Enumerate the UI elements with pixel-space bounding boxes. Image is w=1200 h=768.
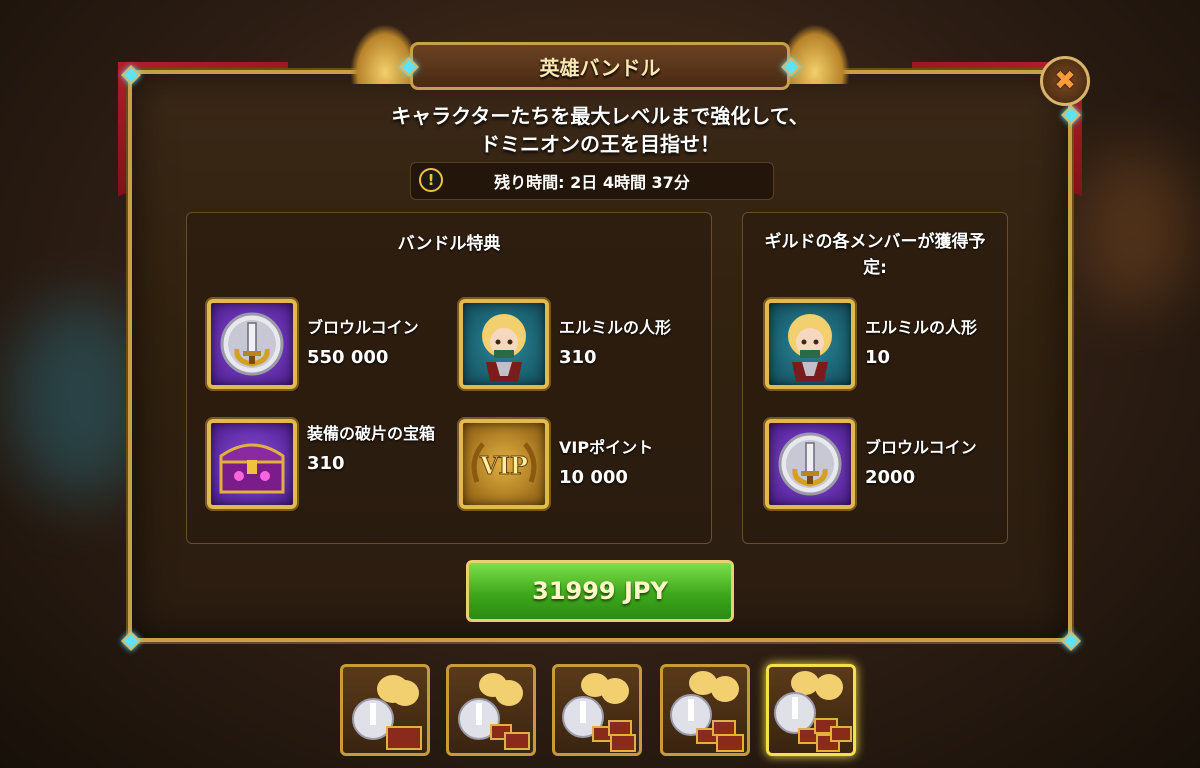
bundle-tab[interactable] — [660, 664, 750, 756]
elmir-doll-icon — [765, 299, 855, 389]
bundle-rewards-section: バンドル特典 ブロウルコイン 550 000 エルミルの人形 310 装備の破片… — [186, 212, 712, 544]
subtitle-line-2: ドミニオンの王を目指せ！ — [480, 132, 720, 156]
reward-name: 装備の破片の宝箱 — [307, 424, 436, 443]
reward-item[interactable]: ブロウルコイン 2000 — [765, 419, 1005, 509]
guild-rewards-title: ギルドの各メンバーが獲得予定: — [764, 232, 986, 278]
reward-quantity: 10 000 — [559, 467, 628, 488]
bundle-tab[interactable] — [446, 664, 536, 756]
bundle-tab[interactable] — [340, 664, 430, 756]
bundle-preview-icon — [352, 675, 422, 750]
reward-name: エルミルの人形 — [865, 318, 978, 337]
bundle-preview-icon — [774, 671, 852, 752]
vip-emblem-text: VIP — [479, 451, 528, 480]
vip-points-icon: VIP — [459, 419, 549, 509]
elmir-doll-icon — [459, 299, 549, 389]
reward-item[interactable]: エルミルの人形 310 — [459, 299, 699, 389]
reward-quantity: 10 — [865, 347, 891, 368]
subtitle-line-1: キャラクターたちを最大レベルまで強化して、 — [391, 104, 809, 128]
bundle-tab[interactable] — [552, 664, 642, 756]
brawl-coin-icon — [207, 299, 297, 389]
dialog-subtitle: キャラクターたちを最大レベルまで強化して、 ドミニオンの王を目指せ！ — [230, 102, 970, 158]
bundle-preview-icon — [458, 673, 530, 750]
guild-rewards-section: ギルドの各メンバーが獲得予定: エルミルの人形 10 ブロウルコイン 2000 — [742, 212, 1008, 544]
close-button[interactable]: ✖ — [1040, 56, 1090, 106]
reward-quantity: 310 — [307, 453, 345, 474]
bundle-tab-selected[interactable] — [766, 664, 856, 756]
time-remaining-bar: ! 残り時間: 2日 4時間 37分 — [410, 162, 774, 200]
reward-item[interactable]: エルミルの人形 10 — [765, 299, 1005, 389]
equipment-shard-chest-icon — [207, 419, 297, 509]
bundle-preview-icon — [562, 673, 636, 752]
reward-quantity: 310 — [559, 347, 597, 368]
exclamation-icon: ! — [419, 168, 443, 192]
time-remaining-text: 残り時間: 2日 4時間 37分 — [494, 173, 690, 192]
dialog-title: 英雄バンドル — [410, 42, 790, 90]
reward-quantity: 550 000 — [307, 347, 389, 368]
purchase-button[interactable]: 31999 JPY — [466, 560, 734, 622]
reward-item[interactable]: ブロウルコイン 550 000 — [207, 299, 447, 389]
close-icon: ✖ — [1054, 66, 1076, 96]
reward-quantity: 2000 — [865, 467, 916, 488]
bundle-preview-icon — [670, 671, 744, 752]
reward-name: ブロウルコイン — [865, 438, 977, 457]
reward-item[interactable]: 装備の破片の宝箱 310 — [207, 419, 447, 509]
reward-name: VIPポイント — [559, 438, 654, 457]
reward-item[interactable]: VIP VIPポイント 10 000 — [459, 419, 699, 509]
background-blob-right — [1080, 150, 1190, 310]
reward-name: エルミルの人形 — [559, 318, 672, 337]
reward-name: ブロウルコイン — [307, 318, 419, 337]
bundle-rewards-title: バンドル特典 — [397, 234, 501, 254]
brawl-coin-icon — [765, 419, 855, 509]
